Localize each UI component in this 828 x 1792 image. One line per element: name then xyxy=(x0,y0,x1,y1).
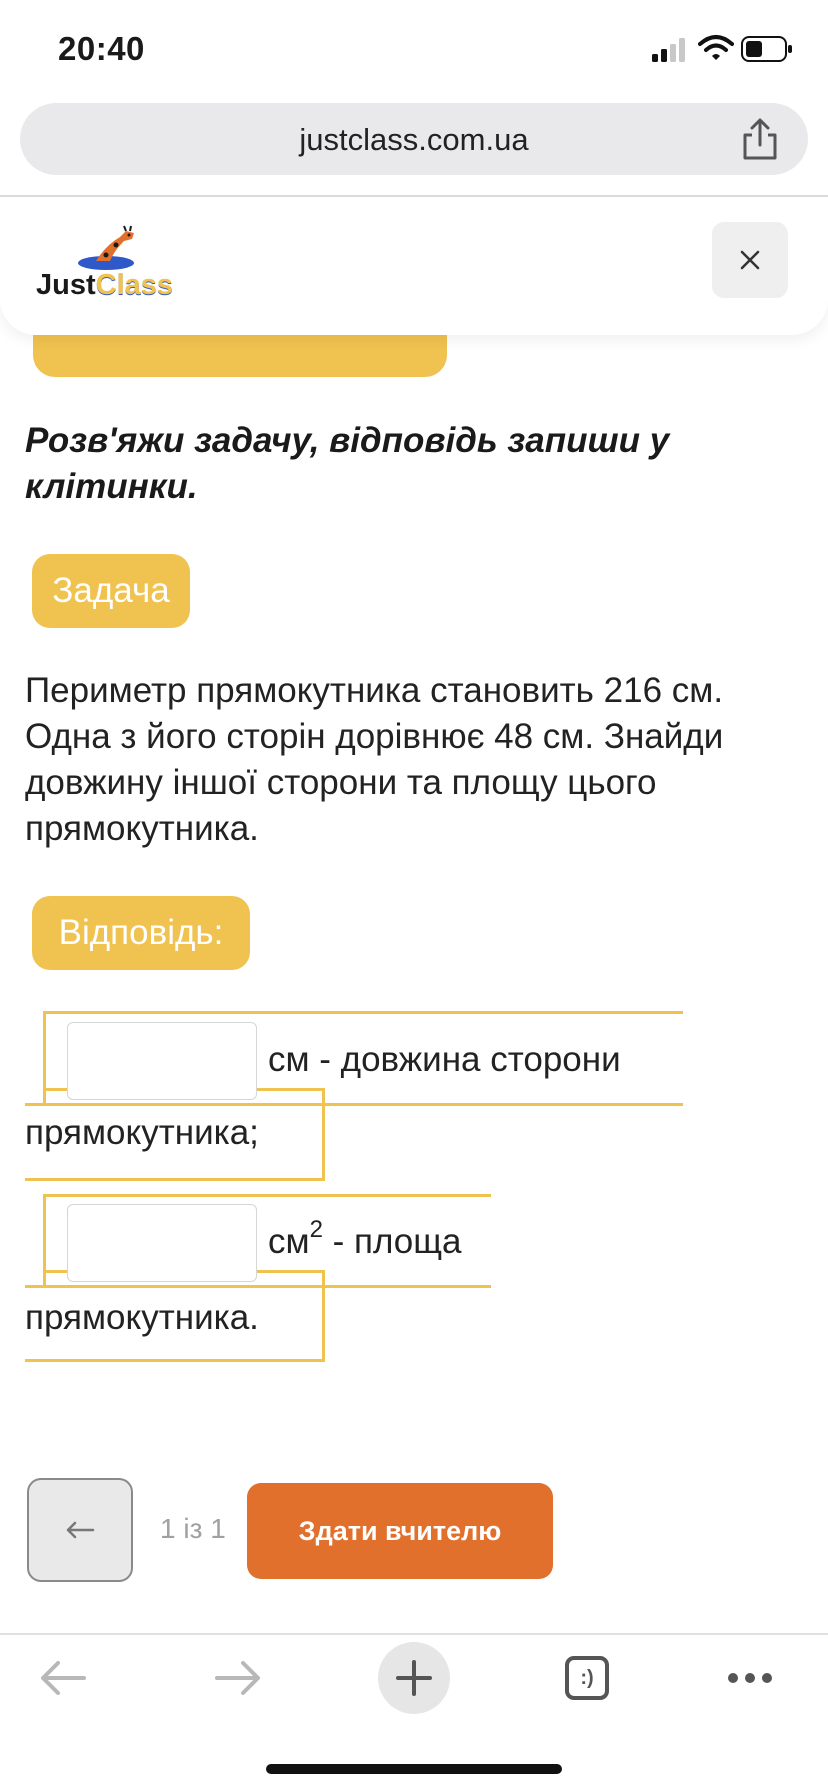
answer-frame-line xyxy=(25,1178,325,1181)
share-icon[interactable] xyxy=(740,117,780,161)
wifi-icon xyxy=(698,35,734,60)
answer-frame-line xyxy=(322,1088,325,1181)
side-length-input[interactable] xyxy=(67,1022,257,1100)
status-time: 20:40 xyxy=(58,30,145,67)
logo-just-text: Just xyxy=(36,269,96,301)
answer-frame-line xyxy=(25,1359,325,1362)
tabs-button[interactable]: :) xyxy=(565,1656,609,1700)
arrow-left-icon xyxy=(66,1521,95,1539)
answer-frame-line xyxy=(322,1270,325,1362)
browser-back-icon[interactable] xyxy=(38,1658,88,1698)
task-label-badge: Задача xyxy=(32,554,190,628)
back-button[interactable] xyxy=(27,1478,133,1582)
home-indicator xyxy=(266,1764,562,1774)
more-menu-icon[interactable] xyxy=(726,1670,774,1686)
browser-forward-icon[interactable] xyxy=(213,1658,263,1698)
answer-frame-line xyxy=(25,1285,491,1288)
area-input[interactable] xyxy=(67,1204,257,1282)
giraffe-mascot-icon xyxy=(78,225,134,270)
toolbar-divider xyxy=(0,1633,828,1635)
justclass-logo[interactable]: JustClass xyxy=(36,225,186,315)
submit-to-teacher-button[interactable]: Здати вчителю xyxy=(247,1483,553,1579)
cellular-signal-icon xyxy=(652,38,685,62)
area-unit-exponent: 2 xyxy=(309,1216,323,1243)
header-accent-strip xyxy=(33,335,447,377)
exercise-instruction: Розв'яжи задачу, відповідь запиши у кліт… xyxy=(25,421,670,506)
area-suffix: см2 - площа xyxy=(268,1216,462,1262)
side-length-suffix: см - довжина сторони xyxy=(268,1040,621,1079)
answer-frame-line xyxy=(43,1011,683,1014)
battery-icon xyxy=(741,36,792,62)
answer-frame-line xyxy=(43,1194,491,1197)
area-suffix-text: - площа xyxy=(322,1222,462,1261)
close-button[interactable] xyxy=(712,222,788,298)
page-indicator: 1 із 1 xyxy=(160,1513,226,1544)
area-unit: см xyxy=(268,1222,310,1261)
answer-label-badge: Відповідь: xyxy=(32,896,250,970)
logo-class-text: Class xyxy=(95,269,174,301)
close-icon xyxy=(740,250,760,270)
side-length-continuation: прямокутника; xyxy=(25,1113,259,1152)
new-tab-button[interactable] xyxy=(378,1642,450,1714)
address-bar[interactable]: justclass.com.ua xyxy=(20,103,808,175)
url-text[interactable]: justclass.com.ua xyxy=(20,122,808,158)
status-bar: 20:40 xyxy=(0,0,828,96)
area-continuation: прямокутника. xyxy=(25,1298,259,1337)
plus-icon xyxy=(396,1660,432,1696)
answer-frame-line xyxy=(25,1103,683,1106)
problem-text: Периметр прямокутника становить 216 см. … xyxy=(25,671,724,848)
app-header: JustClass xyxy=(0,197,828,335)
